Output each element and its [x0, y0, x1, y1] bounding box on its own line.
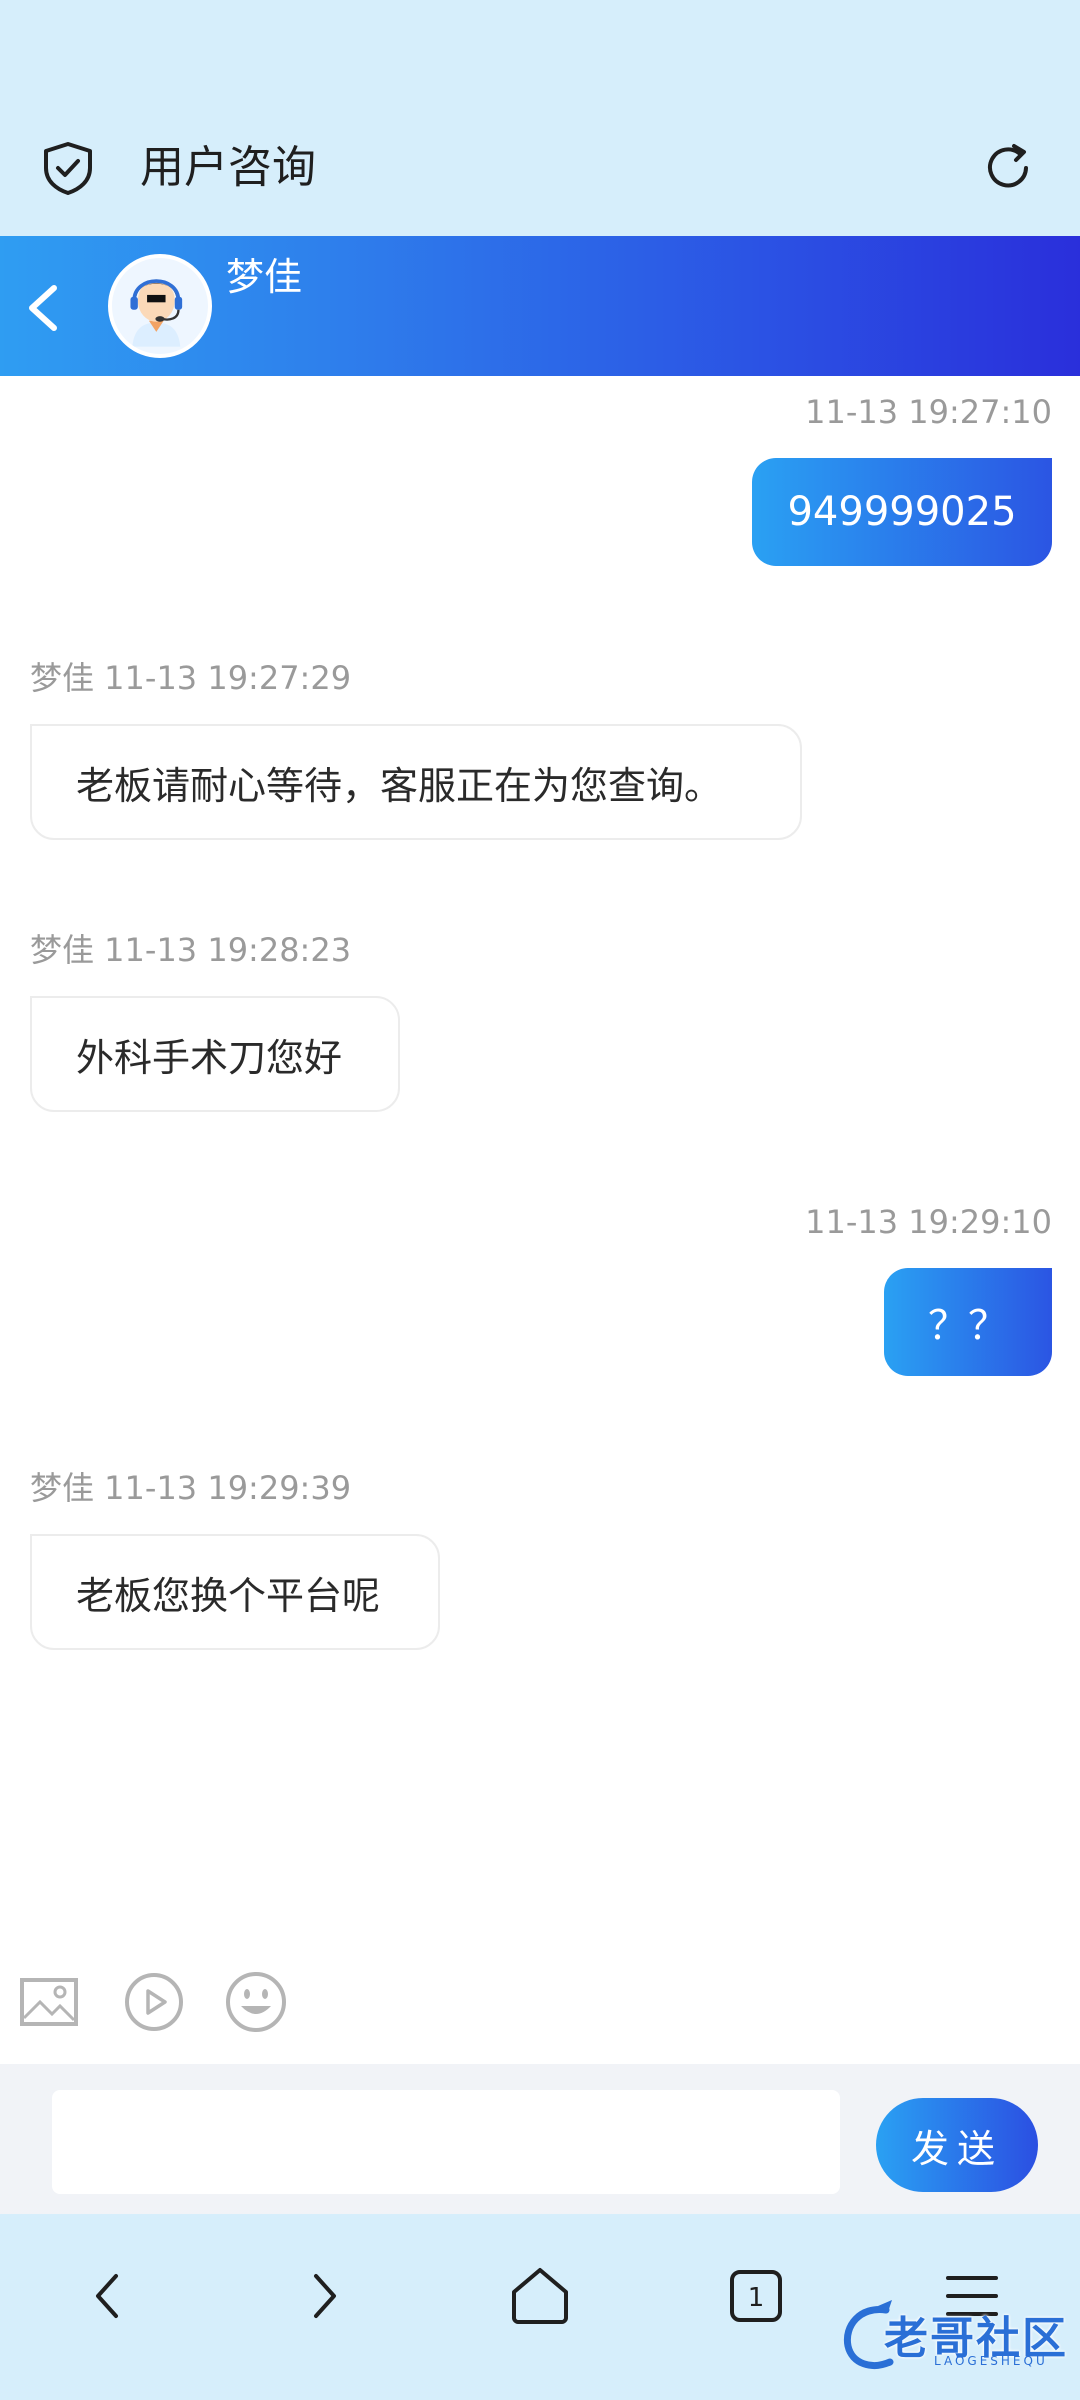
emoji-icon[interactable]: [224, 1970, 288, 2034]
image-icon[interactable]: [18, 1970, 82, 2034]
outgoing-message-bubble[interactable]: ？？: [884, 1268, 1052, 1376]
nav-forward-icon[interactable]: [284, 2256, 364, 2336]
message-sender-timestamp: 梦佳 11-13 19:29:39: [30, 1469, 352, 1507]
message-timestamp: 11-13 19:29:10: [805, 1203, 1052, 1241]
tab-count: 1: [748, 2283, 765, 2313]
nav-back-icon[interactable]: [68, 2256, 148, 2336]
incoming-message-bubble[interactable]: 老板请耐心等待，客服正在为您查询。: [30, 724, 802, 840]
message-timestamp: 11-13 19:27:10: [805, 393, 1052, 431]
agent-avatar-icon: [112, 258, 201, 347]
back-arrow-icon[interactable]: [18, 280, 70, 336]
chat-header: 梦佳: [0, 236, 1080, 376]
message-sender-timestamp: 梦佳 11-13 19:28:23: [30, 931, 352, 969]
agent-avatar[interactable]: [108, 254, 212, 358]
attachment-toolbar: [0, 1970, 1080, 2050]
shield-check-icon[interactable]: [40, 140, 96, 196]
watermark-subtext: LAOGESHEQU: [934, 2354, 1048, 2368]
page-title: 用户咨询: [140, 142, 316, 193]
send-button[interactable]: 发送: [876, 2098, 1038, 2192]
nav-tabs-button[interactable]: 1: [716, 2256, 796, 2336]
message-sender-timestamp: 梦佳 11-13 19:27:29: [30, 659, 352, 697]
watermark-logo: 老哥社区 LAOGESHEQU: [838, 2296, 1070, 2380]
top-bar: 用户咨询: [0, 0, 1080, 236]
agent-name: 梦佳: [226, 255, 303, 299]
incoming-message-bubble[interactable]: 老板您换个平台呢: [30, 1534, 440, 1650]
message-input[interactable]: [52, 2090, 840, 2194]
video-play-icon[interactable]: [122, 1970, 186, 2034]
nav-home-icon[interactable]: [500, 2256, 580, 2336]
tabs-icon: 1: [730, 2270, 782, 2322]
message-input-bar: 发送: [0, 2064, 1080, 2214]
refresh-icon[interactable]: [978, 138, 1038, 198]
outgoing-message-bubble[interactable]: 949999025: [752, 458, 1052, 566]
incoming-message-bubble[interactable]: 外科手术刀您好: [30, 996, 400, 1112]
